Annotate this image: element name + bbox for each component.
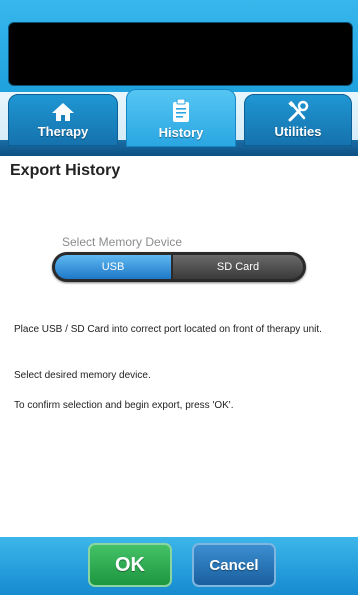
display-panel [8,22,353,86]
tab-therapy-label: Therapy [37,124,89,139]
tab-utilities[interactable]: Utilities [244,94,352,146]
memory-device-selector: USB SD Card [52,252,306,282]
home-icon [52,103,74,121]
footer-bar [0,537,358,595]
instruction-select-device: Select desired memory device. [14,370,151,381]
usb-option-button[interactable]: USB [55,255,171,279]
instruction-confirm-export: To confirm selection and begin export, p… [14,400,234,411]
cancel-button[interactable]: Cancel [192,543,276,587]
memory-device-label: Select Memory Device [62,235,183,249]
ok-button[interactable]: OK [88,543,172,587]
instruction-insert-device: Place USB / SD Card into correct port lo… [14,324,322,335]
clipboard-icon [173,99,189,122]
tools-icon [288,100,309,122]
tab-therapy[interactable]: Therapy [8,94,118,146]
tab-utilities-label: Utilities [274,124,322,139]
sd-card-option-button[interactable]: SD Card [173,255,303,279]
tab-history[interactable]: History [126,89,236,147]
page-title: Export History [10,162,121,179]
tab-history-label: History [158,125,204,140]
